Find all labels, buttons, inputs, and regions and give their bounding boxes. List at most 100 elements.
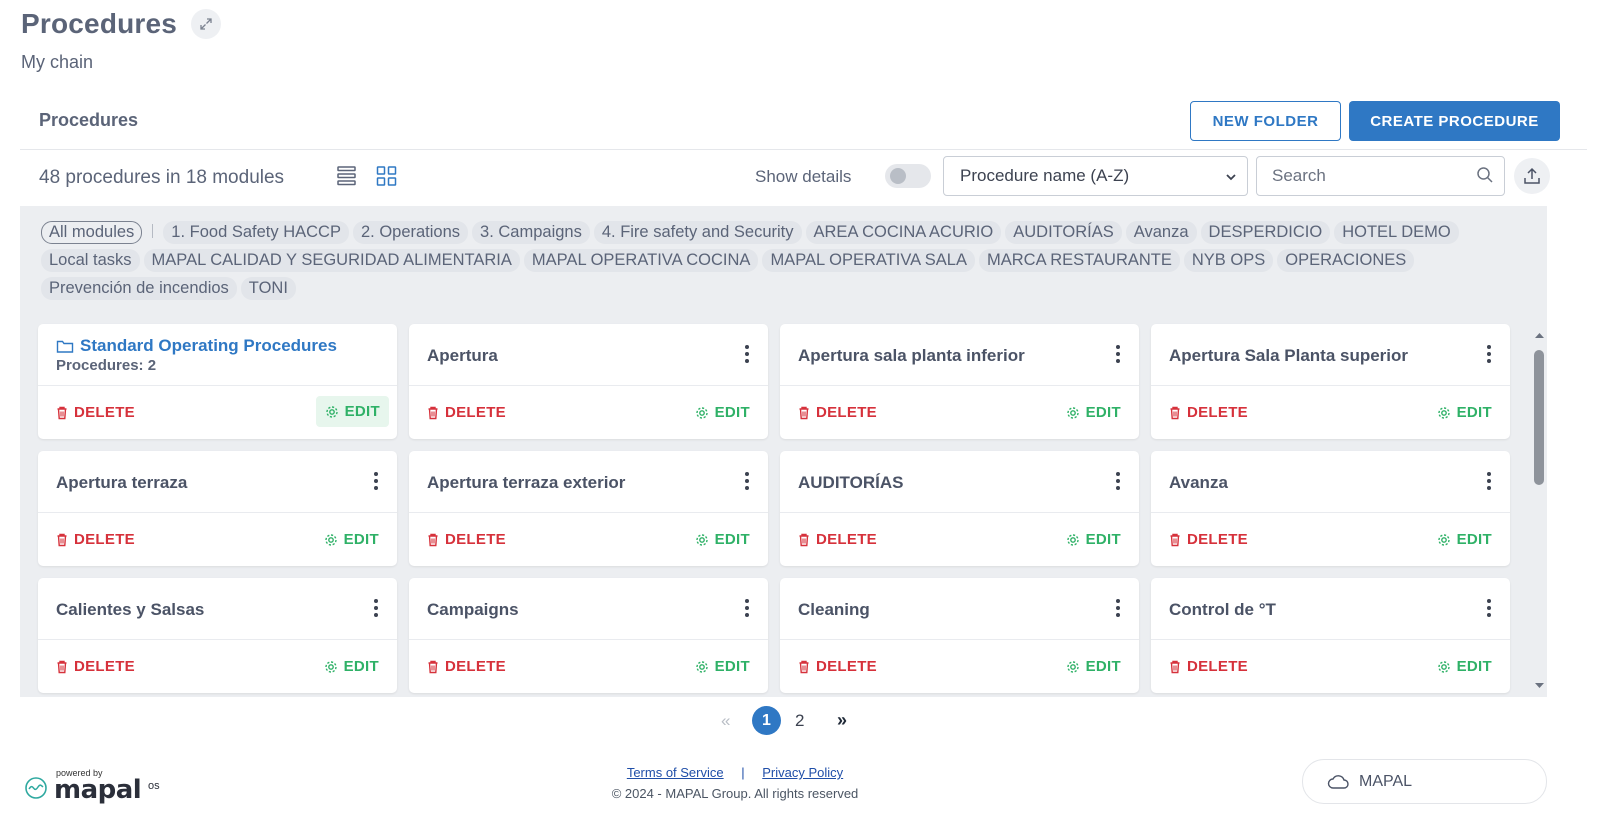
filter-chip[interactable]: MAPAL OPERATIVA SALA	[762, 249, 975, 272]
more-vert-icon[interactable]	[1486, 598, 1492, 618]
more-vert-icon[interactable]	[1115, 471, 1121, 491]
edit-button[interactable]: EDIT	[1066, 404, 1121, 421]
procedure-card[interactable]: Calientes y Salsas DELETE EDIT	[38, 578, 397, 693]
edit-label: EDIT	[343, 531, 379, 548]
delete-button[interactable]: DELETE	[56, 531, 135, 548]
delete-button[interactable]: DELETE	[427, 531, 506, 548]
filter-chip[interactable]: AUDITORÍAS	[1005, 221, 1122, 244]
filter-chip[interactable]: Prevención de incendios	[41, 277, 237, 300]
delete-button[interactable]: DELETE	[1169, 404, 1248, 421]
export-icon[interactable]	[1514, 158, 1550, 194]
procedure-title[interactable]: Calientes y Salsas	[56, 600, 204, 620]
edit-button[interactable]: EDIT	[695, 658, 750, 675]
filter-chip[interactable]: MAPAL CALIDAD Y SEGURIDAD ALIMENTARIA	[143, 249, 520, 272]
procedure-title[interactable]: Control de °T	[1169, 600, 1276, 620]
procedure-title[interactable]: Apertura terraza exterior	[427, 473, 625, 493]
pagination-next[interactable]: »	[837, 710, 847, 731]
new-folder-button[interactable]: NEW FOLDER	[1190, 101, 1341, 141]
delete-button[interactable]: DELETE	[798, 658, 877, 675]
procedure-title[interactable]: Avanza	[1169, 473, 1228, 493]
filter-chip[interactable]: HOTEL DEMO	[1334, 221, 1459, 244]
filter-chip[interactable]: TONI	[240, 277, 296, 300]
delete-button[interactable]: DELETE	[798, 531, 877, 548]
filter-chip[interactable]: OPERACIONES	[1277, 249, 1415, 272]
delete-button[interactable]: DELETE	[1169, 531, 1248, 548]
filter-chip[interactable]: Avanza	[1125, 221, 1197, 244]
edit-button[interactable]: EDIT	[1066, 531, 1121, 548]
folder-title[interactable]: Standard Operating Procedures	[56, 336, 337, 356]
more-vert-icon[interactable]	[1486, 471, 1492, 491]
procedure-title[interactable]: Apertura Sala Planta superior	[1169, 346, 1408, 366]
edit-button[interactable]: EDIT	[1437, 658, 1492, 675]
more-vert-icon[interactable]	[1486, 344, 1492, 364]
edit-button[interactable]: EDIT	[1437, 404, 1492, 421]
procedure-card[interactable]: Apertura terraza exterior DELETE EDIT	[409, 451, 768, 566]
filter-chip[interactable]: 2. Operations	[352, 221, 469, 244]
filter-chip[interactable]: MAPAL OPERATIVA COCINA	[523, 249, 759, 272]
pagination-page-2[interactable]: 2	[795, 711, 804, 731]
mapal-app-button[interactable]: MAPAL	[1302, 759, 1547, 804]
edit-button[interactable]: EDIT	[695, 531, 750, 548]
scroll-thumb[interactable]	[1534, 350, 1544, 485]
filter-chip-all[interactable]: All modules	[41, 221, 143, 244]
delete-button[interactable]: DELETE	[427, 658, 506, 675]
more-vert-icon[interactable]	[373, 598, 379, 618]
procedure-card[interactable]: Campaigns DELETE EDIT	[409, 578, 768, 693]
procedure-card[interactable]: Cleaning DELETE EDIT	[780, 578, 1139, 693]
search-icon[interactable]	[1476, 166, 1494, 189]
show-details-toggle[interactable]	[885, 164, 931, 188]
terms-link[interactable]: Terms of Service	[627, 765, 724, 780]
more-vert-icon[interactable]	[744, 598, 750, 618]
grid-view-icon[interactable]	[376, 164, 398, 188]
procedure-card[interactable]: Control de °T DELETE EDIT	[1151, 578, 1510, 693]
filter-chip[interactable]: 1. Food Safety HACCP	[163, 221, 349, 244]
procedure-card[interactable]: Avanza DELETE EDIT	[1151, 451, 1510, 566]
procedure-card[interactable]: Apertura terraza DELETE EDIT	[38, 451, 397, 566]
delete-button[interactable]: DELETE	[56, 404, 135, 421]
privacy-link[interactable]: Privacy Policy	[762, 765, 843, 780]
delete-button[interactable]: DELETE	[56, 658, 135, 675]
procedure-title[interactable]: Apertura	[427, 346, 498, 366]
delete-button[interactable]: DELETE	[798, 404, 877, 421]
delete-label: DELETE	[816, 658, 877, 675]
folder-card[interactable]: Standard Operating Procedures Procedures…	[38, 324, 397, 439]
procedure-title[interactable]: Apertura terraza	[56, 473, 187, 493]
procedure-card[interactable]: AUDITORÍAS DELETE EDIT	[780, 451, 1139, 566]
procedure-card[interactable]: Apertura Sala Planta superior DELETE EDIT	[1151, 324, 1510, 439]
edit-button[interactable]: EDIT	[695, 404, 750, 421]
more-vert-icon[interactable]	[1115, 344, 1121, 364]
more-vert-icon[interactable]	[744, 471, 750, 491]
pagination-prev[interactable]: «	[721, 711, 730, 731]
delete-button[interactable]: DELETE	[1169, 658, 1248, 675]
procedure-title[interactable]: Cleaning	[798, 600, 870, 620]
search-input[interactable]	[1258, 158, 1468, 194]
procedure-card[interactable]: Apertura sala planta inferior DELETE EDIT	[780, 324, 1139, 439]
edit-button[interactable]: EDIT	[315, 396, 389, 427]
procedure-title[interactable]: Campaigns	[427, 600, 519, 620]
filter-chip[interactable]: NYB OPS	[1183, 249, 1274, 272]
delete-button[interactable]: DELETE	[427, 404, 506, 421]
edit-button[interactable]: EDIT	[1437, 531, 1492, 548]
filter-chip[interactable]: Local tasks	[41, 249, 140, 272]
filter-chip[interactable]: 4. Fire safety and Security	[593, 221, 802, 244]
more-vert-icon[interactable]	[1115, 598, 1121, 618]
expand-icon[interactable]	[191, 9, 222, 39]
procedure-card[interactable]: Apertura DELETE EDIT	[409, 324, 768, 439]
filter-chip[interactable]: 3. Campaigns	[472, 221, 590, 244]
delete-label: DELETE	[445, 404, 506, 421]
edit-button[interactable]: EDIT	[1066, 658, 1121, 675]
procedure-title[interactable]: AUDITORÍAS	[798, 473, 903, 493]
sort-select[interactable]: Procedure name (A-Z)	[943, 156, 1248, 196]
pagination-page-1[interactable]: 1	[752, 706, 781, 735]
filter-chip[interactable]: MARCA RESTAURANTE	[978, 249, 1180, 272]
procedure-title[interactable]: Apertura sala planta inferior	[798, 346, 1025, 366]
edit-button[interactable]: EDIT	[324, 658, 379, 675]
edit-button[interactable]: EDIT	[324, 531, 379, 548]
scrollbar[interactable]	[1532, 324, 1547, 697]
more-vert-icon[interactable]	[373, 471, 379, 491]
filter-chip[interactable]: DESPERDICIO	[1200, 221, 1331, 244]
create-procedure-button[interactable]: CREATE PROCEDURE	[1349, 101, 1560, 141]
list-view-icon[interactable]	[336, 164, 358, 188]
filter-chip[interactable]: AREA COCINA ACURIO	[805, 221, 1002, 244]
more-vert-icon[interactable]	[744, 344, 750, 364]
